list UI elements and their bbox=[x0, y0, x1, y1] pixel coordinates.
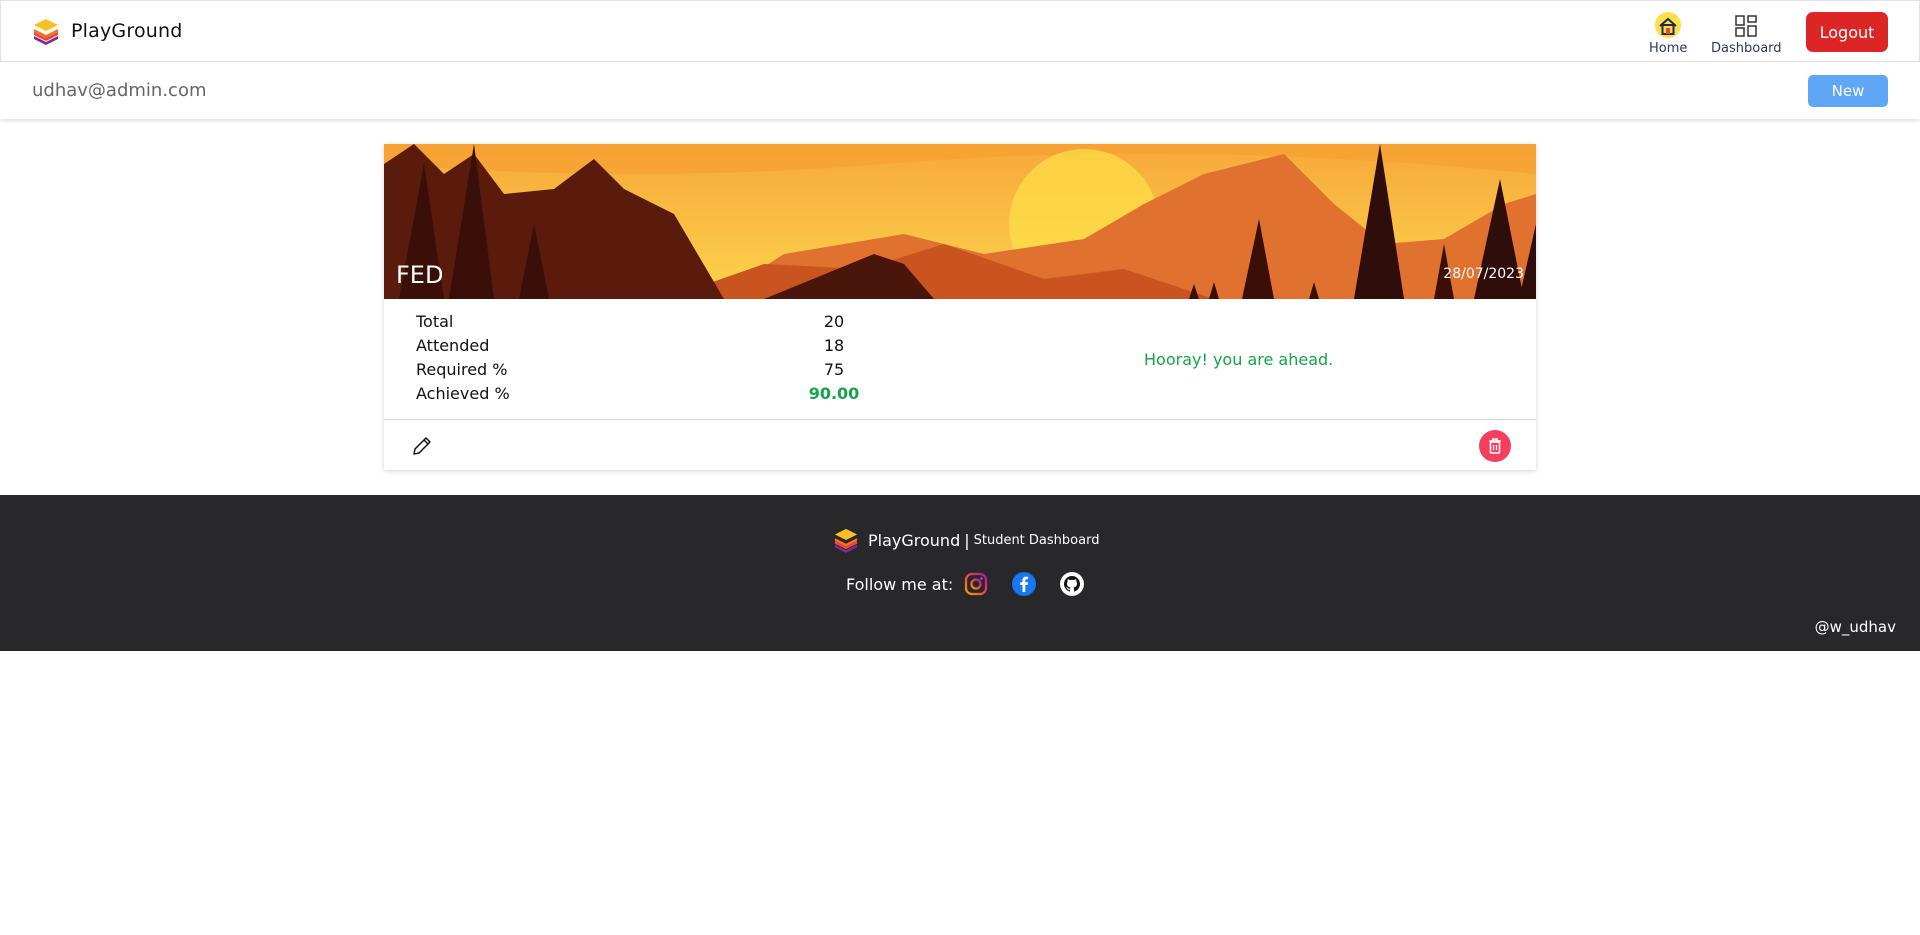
brand[interactable]: PlayGround bbox=[33, 17, 183, 45]
brand-name: PlayGround bbox=[71, 20, 183, 42]
user-bar: udhav@admin.com New bbox=[0, 62, 1920, 119]
pencil-icon bbox=[413, 437, 431, 455]
trash-icon bbox=[1489, 438, 1501, 454]
follow-label: Follow me at: bbox=[846, 574, 954, 594]
new-button[interactable]: New bbox=[1808, 75, 1888, 107]
stat-value-required: 75 bbox=[823, 360, 845, 379]
author-handle: @w_udhav bbox=[1814, 618, 1896, 636]
top-navbar: PlayGround Home Dashboard Logout bbox=[0, 0, 1920, 62]
stat-label-attended: Attended bbox=[416, 336, 490, 355]
footer-tagline: Student Dashboard bbox=[973, 532, 1100, 548]
footer-separator: | bbox=[964, 530, 970, 550]
stat-label-achieved: Achieved % bbox=[416, 384, 510, 403]
card-banner-image: FED 28/07/2023 bbox=[384, 144, 1536, 299]
delete-button[interactable] bbox=[1479, 430, 1511, 462]
card-actions bbox=[384, 419, 1536, 470]
stat-label-required: Required % bbox=[416, 360, 508, 379]
nav-dashboard[interactable]: Dashboard bbox=[1711, 11, 1782, 56]
instagram-icon bbox=[965, 572, 988, 596]
nav-dashboard-label: Dashboard bbox=[1711, 41, 1782, 56]
subject-card: FED 28/07/2023 Total 20 Attended 18 Requ… bbox=[384, 144, 1536, 470]
facebook-link[interactable] bbox=[1011, 571, 1037, 597]
facebook-icon bbox=[1012, 572, 1037, 596]
nav-home[interactable]: Home bbox=[1649, 11, 1687, 56]
github-link[interactable] bbox=[1059, 571, 1085, 597]
layers-logo-icon bbox=[834, 528, 858, 553]
attendance-stats: Total 20 Attended 18 Required % 75 Achie… bbox=[384, 299, 1536, 405]
user-email: udhav@admin.com bbox=[32, 80, 207, 101]
stat-value-total: 20 bbox=[823, 312, 845, 331]
home-icon bbox=[1653, 11, 1683, 41]
footer-brand-name: PlayGround bbox=[868, 530, 961, 550]
social-links: Follow me at: bbox=[846, 571, 1107, 597]
github-icon bbox=[1060, 572, 1085, 596]
edit-button[interactable] bbox=[408, 432, 436, 460]
stat-value-achieved: 90.00 bbox=[808, 384, 860, 403]
footer-brand: PlayGround | Student Dashboard bbox=[834, 527, 1099, 553]
stat-label-total: Total bbox=[416, 312, 454, 331]
dashboard-grid-icon bbox=[1731, 11, 1761, 41]
card-date: 28/07/2023 bbox=[1443, 266, 1524, 282]
status-message: Hooray! you are ahead. bbox=[1144, 350, 1334, 369]
logout-button[interactable]: Logout bbox=[1806, 12, 1888, 52]
subject-title: FED bbox=[396, 261, 444, 289]
layers-logo-icon bbox=[34, 19, 58, 45]
instagram-link[interactable] bbox=[963, 571, 989, 597]
nav-home-label: Home bbox=[1649, 41, 1688, 56]
site-footer: PlayGround | Student Dashboard Follow me… bbox=[0, 495, 1920, 651]
stat-value-attended: 18 bbox=[823, 336, 845, 355]
